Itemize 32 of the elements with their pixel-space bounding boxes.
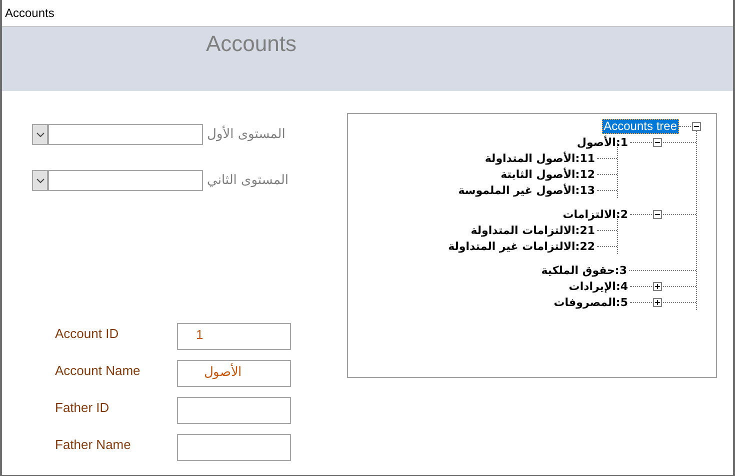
tree-item[interactable]: 11:الأصول المتداولة bbox=[482, 150, 597, 166]
tree-item[interactable]: 5:المصروفات bbox=[552, 294, 630, 310]
tree-item[interactable]: 1:الأصول bbox=[574, 134, 630, 150]
input-field[interactable]: 1 bbox=[177, 323, 291, 350]
chevron-down-icon[interactable] bbox=[33, 125, 49, 144]
collapse-icon[interactable] bbox=[653, 138, 662, 146]
field-label: Father Name bbox=[55, 436, 132, 452]
tree-item[interactable]: 13:الأصول غير الملموسة bbox=[456, 182, 597, 198]
expand-icon[interactable] bbox=[653, 282, 662, 290]
tree-item[interactable]: 12:الأصول الثابتة bbox=[498, 166, 597, 182]
dropdown-field[interactable] bbox=[32, 124, 203, 145]
input-field[interactable]: الأصول bbox=[177, 360, 291, 387]
collapse-icon[interactable] bbox=[692, 122, 701, 130]
field-label: Account Name bbox=[55, 362, 142, 378]
window-title: Accounts bbox=[5, 6, 54, 20]
tree-item[interactable]: 4:الإيرادات bbox=[566, 278, 630, 294]
tree-item[interactable]: 3:حقوق الملكية bbox=[539, 262, 629, 278]
tree-item[interactable]: 22:الالتزامات غير المتداولة bbox=[446, 238, 597, 254]
form-title: Accounts bbox=[206, 31, 296, 56]
tree-item[interactable]: Accounts tree bbox=[602, 118, 679, 134]
tree-item[interactable]: 21:الالتزامات المتداولة bbox=[468, 222, 597, 238]
field-label: المستوى الثاني bbox=[207, 173, 289, 188]
expand-icon[interactable] bbox=[653, 298, 662, 306]
input-field[interactable] bbox=[177, 434, 291, 461]
field-label: المستوى الأول bbox=[207, 127, 286, 142]
field-label: Father ID bbox=[55, 399, 110, 415]
collapse-icon[interactable] bbox=[653, 210, 662, 218]
input-field[interactable] bbox=[177, 397, 291, 424]
tree-item[interactable]: 2:الالتزامات bbox=[560, 206, 630, 222]
chevron-down-icon[interactable] bbox=[33, 171, 49, 190]
dropdown-field[interactable] bbox=[32, 170, 203, 191]
field-label: Account ID bbox=[55, 325, 120, 341]
